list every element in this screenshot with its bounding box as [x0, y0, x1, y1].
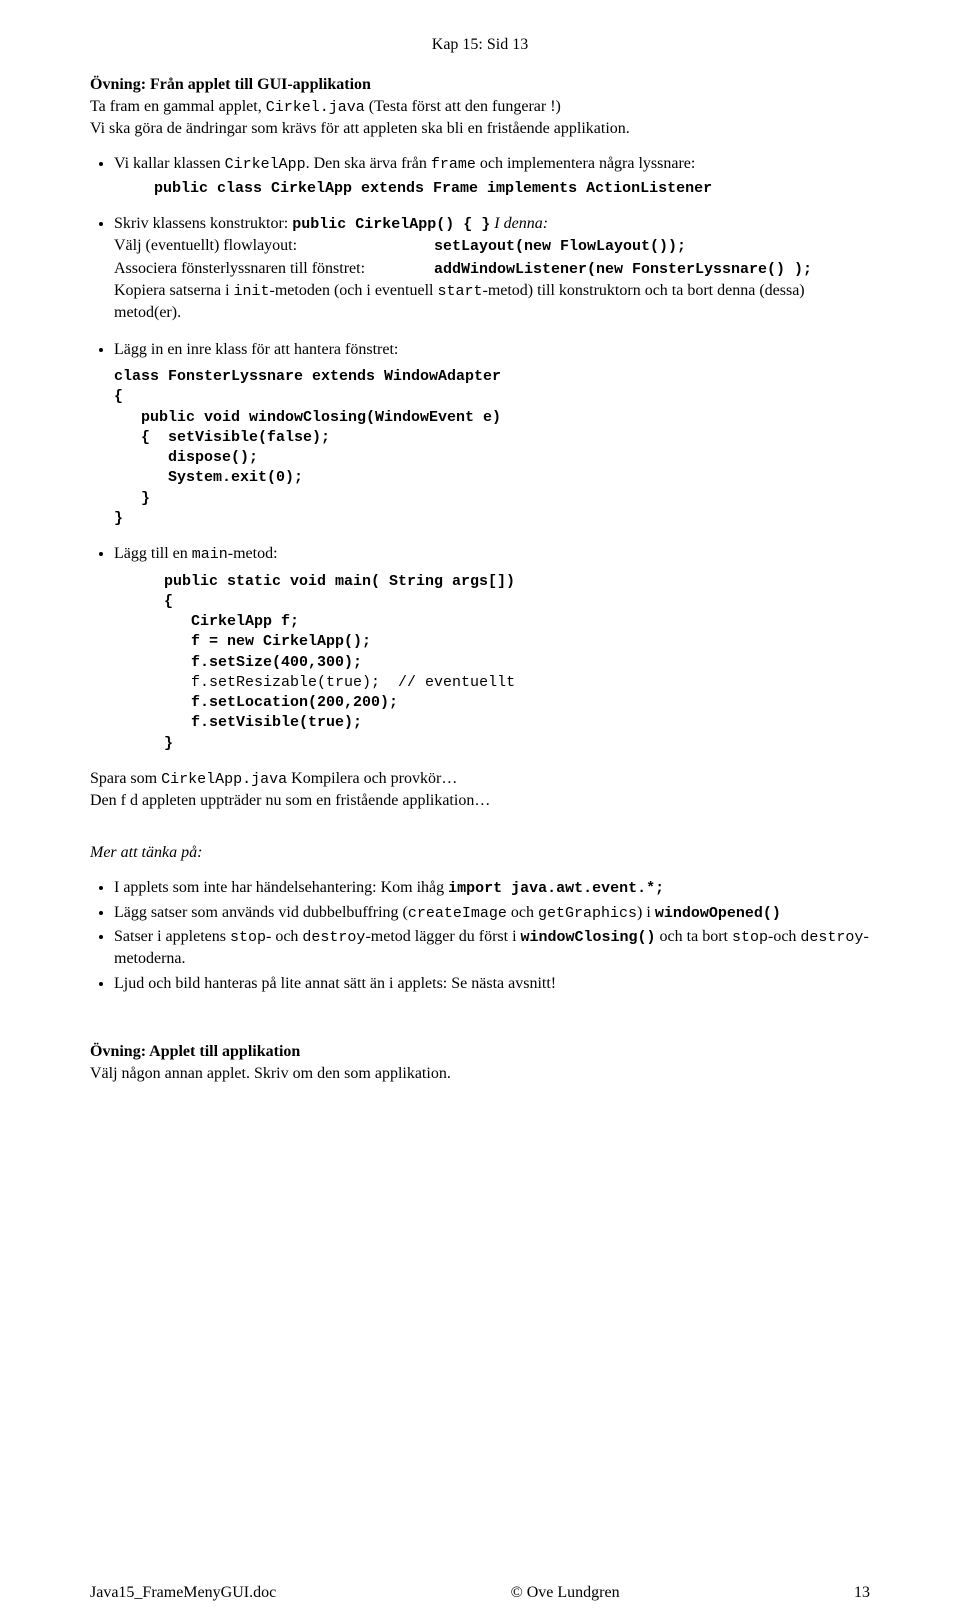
- exercise-1-block: Övning: Från applet till GUI-applikation…: [90, 74, 870, 139]
- b2-l3b: addWindowListener(new FonsterLyssnare() …: [434, 261, 812, 278]
- b1-codeline: public class CirkelApp extends Frame imp…: [154, 178, 870, 199]
- b1-c2: frame: [431, 156, 476, 173]
- spara-c: Kompilera och provkör…: [287, 770, 457, 787]
- intro-line2: Vi ska göra de ändringar som krävs för a…: [90, 120, 630, 137]
- m3-b: stop: [230, 929, 266, 946]
- exercise-2-block: Övning: Applet till applikation Välj någ…: [90, 1041, 870, 1084]
- spara-block: Spara som CirkelApp.java Kompilera och p…: [90, 768, 870, 812]
- exercise-2-title: Övning: Applet till applikation: [90, 1043, 300, 1060]
- m3-f: windowClosing(): [521, 929, 656, 946]
- b4-l8: f.setVisible(true);: [164, 714, 362, 731]
- intro-part1: Ta fram en gammal applet,: [90, 98, 266, 115]
- bullet-3: Lägg in en inre klass för att hantera fö…: [114, 339, 870, 529]
- exercise-2-text: Välj någon annan applet. Skriv om den so…: [90, 1065, 451, 1082]
- b3-code: class FonsterLyssnare extends WindowAdap…: [114, 367, 870, 529]
- b4-l5: f.setSize(400,300);: [164, 654, 362, 671]
- footer-right: 13: [854, 1584, 870, 1602]
- m3-d: destroy: [302, 929, 365, 946]
- m3-c: - och: [266, 928, 302, 945]
- m3-j: destroy: [800, 929, 863, 946]
- b4-l6b: // eventuellt: [380, 674, 515, 691]
- page-root: Kap 15: Sid 13 Övning: Från applet till …: [0, 0, 960, 1624]
- b4-l4: f = new CirkelApp();: [164, 633, 371, 650]
- b2-l4a: Kopiera satserna i: [114, 282, 234, 299]
- b4-l9: }: [164, 735, 173, 752]
- b3-text: Lägg in en inre klass för att hantera fö…: [114, 341, 398, 358]
- b1-t1: Vi kallar klassen: [114, 155, 225, 172]
- b1-t3: och implementera några lyssnare:: [476, 155, 695, 172]
- b4-l3: CirkelApp f;: [164, 613, 299, 630]
- b4-code: public static void main( String args[]) …: [164, 572, 870, 754]
- exercise-1-title: Övning: Från applet till GUI-applikation: [90, 76, 371, 93]
- intro-part2: (Testa först att den fungerar !): [365, 98, 561, 115]
- m3-a: Satser i appletens: [114, 928, 230, 945]
- m1-b: import java.awt.event.*;: [448, 880, 664, 897]
- m3-h: stop: [732, 929, 768, 946]
- m1-a: I applets som inte har händelsehantering…: [114, 879, 448, 896]
- footer-center: © Ove Lundgren: [511, 1584, 620, 1602]
- b2-l4b: init: [234, 283, 270, 300]
- bullet-1: Vi kallar klassen CirkelApp. Den ska ärv…: [114, 153, 870, 198]
- intro-code: Cirkel.java: [266, 99, 365, 116]
- b4-t2: -metod:: [228, 545, 278, 562]
- b2-c1: public CirkelApp() { }: [292, 216, 490, 233]
- m3-g: och ta bort: [656, 928, 732, 945]
- m2-e: ) i: [637, 904, 655, 921]
- page-header: Kap 15: Sid 13: [90, 36, 870, 54]
- m2-f: windowOpened(): [655, 905, 781, 922]
- m2-a: Lägg satser som används vid dubbelbuffri…: [114, 904, 408, 921]
- bullet-list-1: Vi kallar klassen CirkelApp. Den ska ärv…: [90, 153, 870, 753]
- b2-l2a: Välj (eventuellt) flowlayout:: [114, 235, 434, 257]
- b4-l2: {: [164, 593, 173, 610]
- b2-l2b: setLayout(new FlowLayout());: [434, 238, 686, 255]
- m3: Satser i appletens stop- och destroy-met…: [114, 926, 870, 971]
- footer-left: Java15_FrameMenyGUI.doc: [90, 1584, 276, 1602]
- m4: Ljud och bild hanteras på lite annat sät…: [114, 973, 870, 995]
- b4-l7: f.setLocation(200,200);: [164, 694, 398, 711]
- b1-t2: . Den ska ärva från: [306, 155, 431, 172]
- b4-l1: public static void main( String args[]): [164, 573, 515, 590]
- b4-c1: main: [192, 546, 228, 563]
- b2-l4c: -metoden (och i eventuell: [270, 282, 438, 299]
- bullet-2: Skriv klassens konstruktor: public Cirke…: [114, 213, 870, 325]
- b4-t1: Lägg till en: [114, 545, 192, 562]
- b2-l3a: Associera fönsterlyssnaren till fönstret…: [114, 258, 434, 280]
- m2-c: och: [507, 904, 538, 921]
- b2-idenna: I denna:: [494, 215, 548, 232]
- b2-t1: Skriv klassens konstruktor:: [114, 215, 292, 232]
- spara-a: Spara som: [90, 770, 161, 787]
- m3-e: -metod lägger du först i: [365, 928, 520, 945]
- b2-l4d: start: [437, 283, 482, 300]
- bullet-4: Lägg till en main-metod: public static v…: [114, 543, 870, 754]
- m2-b: createImage: [408, 905, 507, 922]
- m3-i: -och: [768, 928, 800, 945]
- bullet-list-2: I applets som inte har händelsehantering…: [90, 877, 870, 995]
- spara-b: CirkelApp.java: [161, 771, 287, 788]
- m2: Lägg satser som används vid dubbelbuffri…: [114, 902, 870, 924]
- m2-d: getGraphics: [538, 905, 637, 922]
- b1-c1: CirkelApp: [225, 156, 306, 173]
- footer: Java15_FrameMenyGUI.doc © Ove Lundgren 1…: [90, 1584, 870, 1602]
- b4-l6a: f.setResizable(true);: [164, 674, 380, 691]
- m1: I applets som inte har händelsehantering…: [114, 877, 870, 899]
- spara-d: Den f d appleten uppträder nu som en fri…: [90, 792, 490, 809]
- mer-heading: Mer att tänka på:: [90, 842, 870, 864]
